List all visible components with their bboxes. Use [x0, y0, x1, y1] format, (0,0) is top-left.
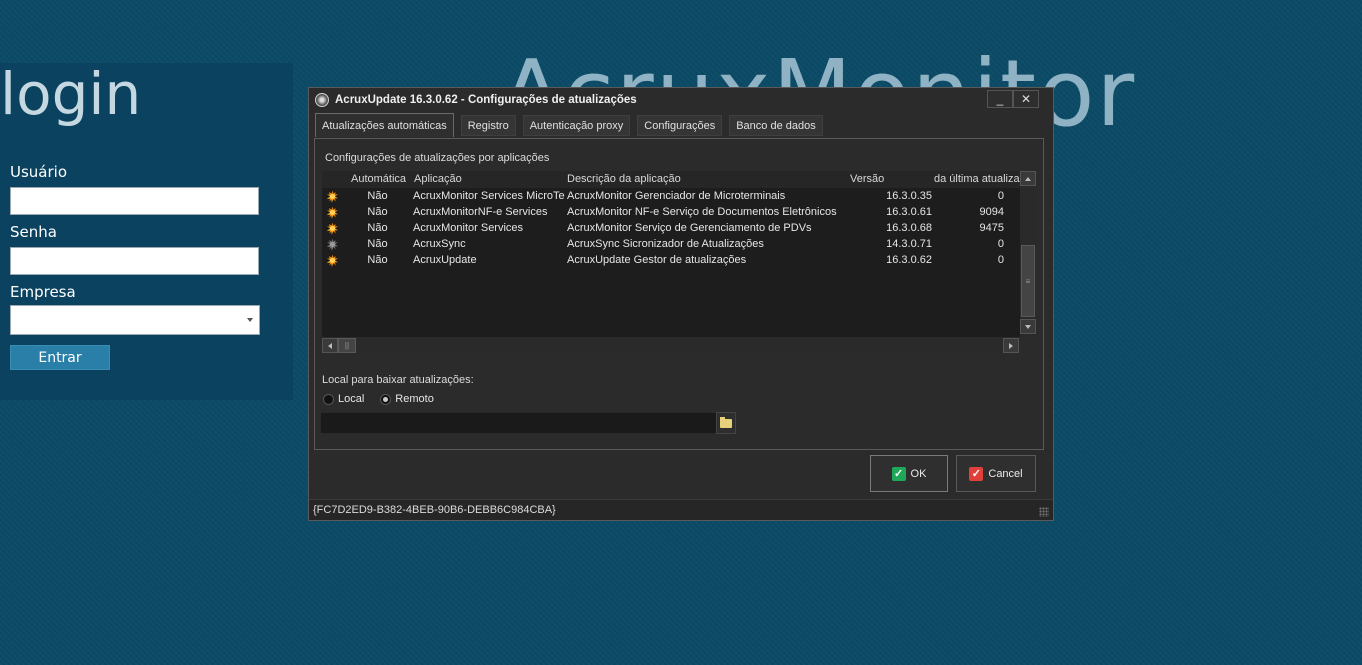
dialog-title: AcruxUpdate 16.3.0.62 - Configurações de…	[335, 94, 637, 106]
cell-last-update: 0	[997, 254, 1004, 266]
orange-star-icon	[326, 190, 339, 203]
cell-last-update: 9094	[979, 206, 1004, 218]
cell-application: AcruxMonitorNF-e Services	[413, 206, 548, 218]
cell-description: AcruxMonitor Serviço de Gerenciamento de…	[567, 222, 812, 234]
user-label: Usuário	[10, 163, 68, 181]
company-label: Empresa	[10, 283, 76, 301]
close-button[interactable]: ✕	[1013, 90, 1039, 108]
cell-application: AcruxMonitor Services MicroTer	[413, 190, 565, 202]
orange-star-icon	[326, 206, 339, 219]
vertical-scroll-thumb[interactable]: ≡	[1021, 245, 1035, 317]
radio-local-label[interactable]: Local	[338, 393, 364, 405]
user-input[interactable]	[10, 187, 259, 215]
horizontal-scrollbar[interactable]: ||	[322, 337, 1020, 354]
radio-remote-label[interactable]: Remoto	[395, 393, 434, 405]
scroll-up-button[interactable]	[1020, 171, 1036, 186]
scroll-down-button[interactable]	[1020, 319, 1036, 334]
cell-description: AcruxMonitor Gerenciador de Microtermina…	[567, 190, 786, 202]
tab-automatic-updates[interactable]: Atualizações automáticas	[315, 113, 454, 137]
cell-application: AcruxUpdate	[413, 254, 477, 266]
tab-registry[interactable]: Registro	[460, 115, 516, 136]
cancel-button[interactable]: ✓ Cancel	[956, 455, 1036, 492]
download-path-input[interactable]	[320, 412, 717, 434]
column-header-application[interactable]: Aplicação	[412, 171, 565, 188]
dialog-titlebar[interactable]: AcruxUpdate 16.3.0.62 - Configurações de…	[309, 88, 1053, 112]
horizontal-scroll-thumb[interactable]: ||	[338, 338, 356, 353]
header-icon-spacer	[322, 171, 343, 188]
cancel-check-icon: ✓	[969, 466, 984, 481]
app-logo-icon	[315, 93, 329, 107]
cell-automatic: Não	[367, 206, 388, 218]
chevron-right-icon	[1009, 342, 1013, 349]
gray-star-icon	[326, 238, 339, 251]
table-row[interactable]: Não AcruxMonitor Services AcruxMonitor S…	[322, 220, 1020, 236]
cell-automatic: Não	[367, 254, 388, 266]
column-header-last-update[interactable]: da última atualização	[932, 171, 1020, 188]
tab-panel: Configurações de atualizações por aplica…	[314, 138, 1044, 450]
section-label: Configurações de atualizações por aplica…	[325, 152, 550, 164]
update-settings-dialog: AcruxUpdate 16.3.0.62 - Configurações de…	[308, 87, 1054, 521]
cell-description: AcruxMonitor NF-e Serviço de Documentos …	[567, 206, 837, 218]
cell-description: AcruxSync Sicronizador de Atualizações	[567, 238, 764, 250]
cell-application: AcruxSync	[413, 238, 466, 250]
chevron-down-icon	[1025, 324, 1031, 329]
tab-bar: Atualizações automáticas Registro Autent…	[315, 113, 830, 137]
chevron-left-icon	[328, 342, 332, 349]
login-title: login	[0, 60, 142, 128]
column-header-automatic[interactable]: Automática	[343, 171, 412, 188]
resize-grip-icon[interactable]	[1039, 507, 1049, 517]
cell-description: AcruxUpdate Gestor de atualizações	[567, 254, 747, 266]
applications-grid: Automática Aplicação Descrição da aplica…	[322, 171, 1036, 354]
tab-settings[interactable]: Configurações	[637, 115, 723, 136]
grid-rows: Não AcruxMonitor Services MicroTer Acrux…	[322, 188, 1020, 268]
cancel-label: Cancel	[988, 467, 1023, 480]
table-row[interactable]: Não AcruxMonitor Services MicroTer Acrux…	[322, 188, 1020, 204]
cell-automatic: Não	[367, 238, 388, 250]
password-input[interactable]	[10, 247, 259, 275]
folder-icon	[720, 416, 732, 428]
table-row[interactable]: Não AcruxMonitorNF-e Services AcruxMonit…	[322, 204, 1020, 220]
cell-version: 16.3.0.35	[886, 190, 932, 202]
cell-application: AcruxMonitor Services	[413, 222, 524, 234]
cell-version: 16.3.0.62	[886, 254, 932, 266]
company-select[interactable]	[10, 305, 260, 335]
status-bar: {FC7D2ED9-B382-4BEB-90B6-DEBB6C984CBA}	[309, 499, 1053, 520]
minimize-button[interactable]: _	[987, 90, 1013, 108]
download-location-options: Local Remoto	[323, 393, 434, 405]
table-row[interactable]: Não AcruxUpdate AcruxUpdate Gestor de at…	[322, 252, 1020, 268]
cell-automatic: Não	[367, 190, 388, 202]
chevron-up-icon	[1025, 176, 1031, 181]
scroll-corner	[1020, 337, 1036, 354]
cell-last-update: 0	[997, 238, 1004, 250]
chevron-down-icon	[247, 318, 253, 322]
login-panel: login Usuário Senha Empresa Entrar	[0, 63, 293, 400]
cell-automatic: Não	[367, 222, 388, 234]
orange-star-icon	[326, 222, 339, 235]
status-guid: {FC7D2ED9-B382-4BEB-90B6-DEBB6C984CBA}	[313, 504, 556, 516]
login-button[interactable]: Entrar	[10, 345, 110, 370]
cell-last-update: 0	[997, 190, 1004, 202]
cell-version: 16.3.0.68	[886, 222, 932, 234]
orange-star-icon	[326, 254, 339, 267]
tab-database[interactable]: Banco de dados	[729, 115, 823, 136]
password-label: Senha	[10, 223, 57, 241]
ok-button[interactable]: ✓ OK	[870, 455, 948, 492]
radio-local[interactable]	[323, 393, 334, 405]
grid-header: Automática Aplicação Descrição da aplica…	[322, 171, 1020, 188]
ok-label: OK	[910, 467, 927, 480]
scroll-left-button[interactable]	[322, 338, 338, 353]
table-row[interactable]: Não AcruxSync AcruxSync Sicronizador de …	[322, 236, 1020, 252]
check-icon: ✓	[891, 466, 906, 481]
cell-version: 14.3.0.71	[886, 238, 932, 250]
download-location-label: Local para baixar atualizações:	[322, 374, 474, 386]
column-header-version[interactable]: Versão	[848, 171, 932, 188]
column-header-description[interactable]: Descrição da aplicação	[565, 171, 848, 188]
radio-remote[interactable]	[380, 393, 392, 405]
cell-last-update: 9475	[979, 222, 1004, 234]
cell-version: 16.3.0.61	[886, 206, 932, 218]
browse-folder-button[interactable]	[716, 412, 736, 434]
scroll-right-button[interactable]	[1003, 338, 1019, 353]
vertical-scrollbar[interactable]: ≡	[1020, 171, 1036, 337]
tab-proxy-auth[interactable]: Autenticação proxy	[522, 115, 631, 136]
